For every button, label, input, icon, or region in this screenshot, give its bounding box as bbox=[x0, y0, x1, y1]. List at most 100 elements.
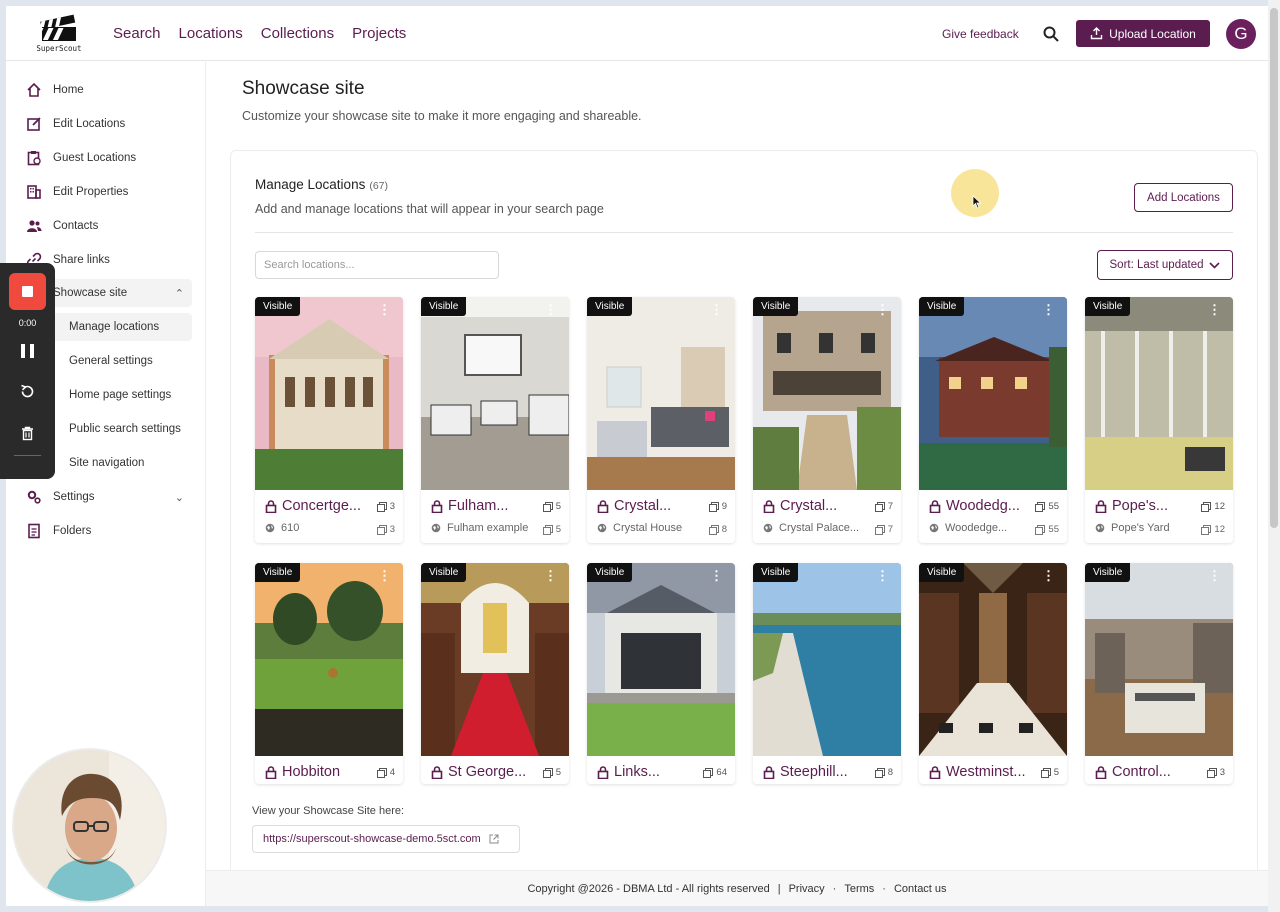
nav-projects[interactable]: Projects bbox=[352, 25, 406, 42]
location-name[interactable]: Control... bbox=[1095, 764, 1171, 780]
sidebar-subitem-manage-locations[interactable]: Manage locations bbox=[69, 314, 159, 340]
location-thumbnail[interactable] bbox=[753, 563, 901, 756]
location-card[interactable]: Visible ⋮ Hobbiton 4 bbox=[255, 563, 403, 784]
location-thumbnail[interactable] bbox=[421, 563, 569, 756]
location-thumbnail[interactable] bbox=[421, 297, 569, 490]
sidebar-item-guest-locations[interactable]: Guest Locations bbox=[26, 144, 192, 172]
add-locations-button[interactable]: Add Locations bbox=[1134, 183, 1233, 212]
property-photo-count-value: 5 bbox=[555, 524, 561, 535]
location-thumbnail[interactable] bbox=[1085, 297, 1233, 490]
location-card[interactable]: Visible ⋮ Westminst... 5 bbox=[919, 563, 1067, 784]
stop-recording-button[interactable] bbox=[9, 273, 46, 310]
location-card[interactable]: Visible ⋮ Woodedg... 55 Woodedge... 55 bbox=[919, 297, 1067, 543]
location-thumbnail[interactable] bbox=[1085, 563, 1233, 756]
location-name[interactable]: Westminst... bbox=[929, 764, 1026, 780]
location-name[interactable]: Woodedg... bbox=[929, 498, 1020, 514]
location-photo bbox=[919, 563, 1067, 756]
pause-icon[interactable] bbox=[21, 344, 34, 358]
property-photo-count-value: 55 bbox=[1048, 524, 1059, 535]
search-locations-input[interactable] bbox=[255, 251, 499, 279]
location-name[interactable]: Concertge... bbox=[265, 498, 361, 514]
visibility-badge: Visible bbox=[753, 297, 799, 316]
kebab-menu-icon[interactable]: ⋮ bbox=[710, 303, 723, 316]
location-card[interactable]: Visible ⋮ Crystal... 9 Crystal House 8 bbox=[587, 297, 735, 543]
kebab-menu-icon[interactable]: ⋮ bbox=[1208, 303, 1221, 316]
sidebar-item-contacts[interactable]: Contacts bbox=[26, 212, 192, 240]
kebab-menu-icon[interactable]: ⋮ bbox=[1042, 303, 1055, 316]
location-thumbnail[interactable] bbox=[255, 563, 403, 756]
users-icon bbox=[27, 220, 42, 232]
sort-label: Sort: Last updated bbox=[1109, 259, 1204, 271]
location-thumbnail[interactable] bbox=[753, 297, 901, 490]
location-thumbnail[interactable] bbox=[587, 297, 735, 490]
kebab-menu-icon[interactable]: ⋮ bbox=[876, 303, 889, 316]
nav-search[interactable]: Search bbox=[113, 25, 161, 42]
sidebar-subitem-home-page-settings[interactable]: Home page settings bbox=[69, 382, 171, 408]
scrollbar-thumb[interactable] bbox=[1270, 8, 1278, 528]
globe-icon bbox=[1095, 523, 1105, 533]
restart-icon[interactable] bbox=[19, 383, 36, 400]
location-name[interactable]: Crystal... bbox=[763, 498, 837, 514]
location-thumbnail[interactable] bbox=[919, 563, 1067, 756]
property-photo-count: 12 bbox=[1201, 524, 1225, 535]
kebab-menu-icon[interactable]: ⋮ bbox=[378, 303, 391, 316]
kebab-menu-icon[interactable]: ⋮ bbox=[544, 303, 557, 316]
location-card[interactable]: Visible ⋮ Steephill... 8 bbox=[753, 563, 901, 784]
location-name[interactable]: St George... bbox=[431, 764, 526, 780]
sidebar-item-edit-properties[interactable]: Edit Properties bbox=[26, 178, 192, 206]
kebab-menu-icon[interactable]: ⋮ bbox=[544, 569, 557, 582]
privacy-link[interactable]: Privacy bbox=[789, 883, 825, 895]
sidebar-item-home[interactable]: Home bbox=[26, 76, 192, 104]
location-name[interactable]: Fulham... bbox=[431, 498, 508, 514]
upload-location-button[interactable]: Upload Location bbox=[1076, 20, 1210, 47]
clipboard-icon bbox=[27, 151, 41, 166]
location-name[interactable]: Crystal... bbox=[597, 498, 671, 514]
location-name[interactable]: Pope's... bbox=[1095, 498, 1168, 514]
location-card[interactable]: Visible ⋮ Links... 64 bbox=[587, 563, 735, 784]
trash-icon[interactable] bbox=[19, 425, 36, 442]
contact-link[interactable]: Contact us bbox=[894, 883, 947, 895]
page-scrollbar[interactable] bbox=[1268, 0, 1280, 912]
kebab-menu-icon[interactable]: ⋮ bbox=[1208, 569, 1221, 582]
globe-icon bbox=[265, 523, 275, 533]
kebab-menu-icon[interactable]: ⋮ bbox=[710, 569, 723, 582]
showcase-site-link[interactable]: https://superscout-showcase-demo.5sct.co… bbox=[252, 825, 520, 853]
location-thumbnail[interactable] bbox=[919, 297, 1067, 490]
location-card[interactable]: Visible ⋮ Fulham... 5 Fulham example 5 bbox=[421, 297, 569, 543]
location-card[interactable]: Visible ⋮ Crystal... 7 Crystal Palace... 7 bbox=[753, 297, 901, 543]
location-name-text: St George... bbox=[448, 764, 527, 780]
location-thumbnail[interactable] bbox=[255, 297, 403, 490]
terms-link[interactable]: Terms bbox=[844, 883, 874, 895]
superscout-logo[interactable]: SuperScout bbox=[32, 12, 86, 56]
location-name-text: Fulham... bbox=[448, 498, 509, 514]
sidebar-item-settings[interactable]: Settings ⌄ bbox=[26, 483, 192, 511]
location-name[interactable]: Links... bbox=[597, 764, 660, 780]
nav-locations[interactable]: Locations bbox=[179, 25, 243, 42]
search-icon[interactable] bbox=[1042, 25, 1060, 43]
location-thumbnail[interactable] bbox=[587, 563, 735, 756]
location-name[interactable]: Steephill... bbox=[763, 764, 848, 780]
property-photo-count-value: 12 bbox=[1214, 524, 1225, 535]
visibility-badge: Visible bbox=[919, 297, 965, 316]
nav-collections[interactable]: Collections bbox=[261, 25, 334, 42]
sidebar-item-edit-locations[interactable]: Edit Locations bbox=[26, 110, 192, 138]
sidebar-subitem-general-settings[interactable]: General settings bbox=[69, 348, 153, 374]
location-name[interactable]: Hobbiton bbox=[265, 764, 340, 780]
location-card[interactable]: Visible ⋮ Control... 3 bbox=[1085, 563, 1233, 784]
give-feedback-link[interactable]: Give feedback bbox=[942, 27, 1019, 41]
location-card[interactable]: Visible ⋮ Concertge... 3 610 3 bbox=[255, 297, 403, 543]
location-card[interactable]: Visible ⋮ St George... 5 bbox=[421, 563, 569, 784]
sidebar-subitem-site-navigation[interactable]: Site navigation bbox=[69, 450, 144, 476]
location-card[interactable]: Visible ⋮ Pope's... 12 Pope's Yard 12 bbox=[1085, 297, 1233, 543]
kebab-menu-icon[interactable]: ⋮ bbox=[378, 569, 391, 582]
location-property: Crystal House bbox=[597, 522, 682, 534]
kebab-menu-icon[interactable]: ⋮ bbox=[1042, 569, 1055, 582]
kebab-menu-icon[interactable]: ⋮ bbox=[876, 569, 889, 582]
visibility-badge: Visible bbox=[1085, 563, 1131, 582]
user-avatar[interactable]: G bbox=[1226, 19, 1256, 49]
property-photo-count-value: 3 bbox=[389, 524, 395, 535]
visibility-badge: Visible bbox=[587, 297, 633, 316]
sidebar-subitem-public-search-settings[interactable]: Public search settings bbox=[69, 416, 181, 442]
sort-dropdown[interactable]: Sort: Last updated bbox=[1097, 250, 1233, 280]
sidebar-item-folders[interactable]: Folders bbox=[26, 517, 192, 545]
